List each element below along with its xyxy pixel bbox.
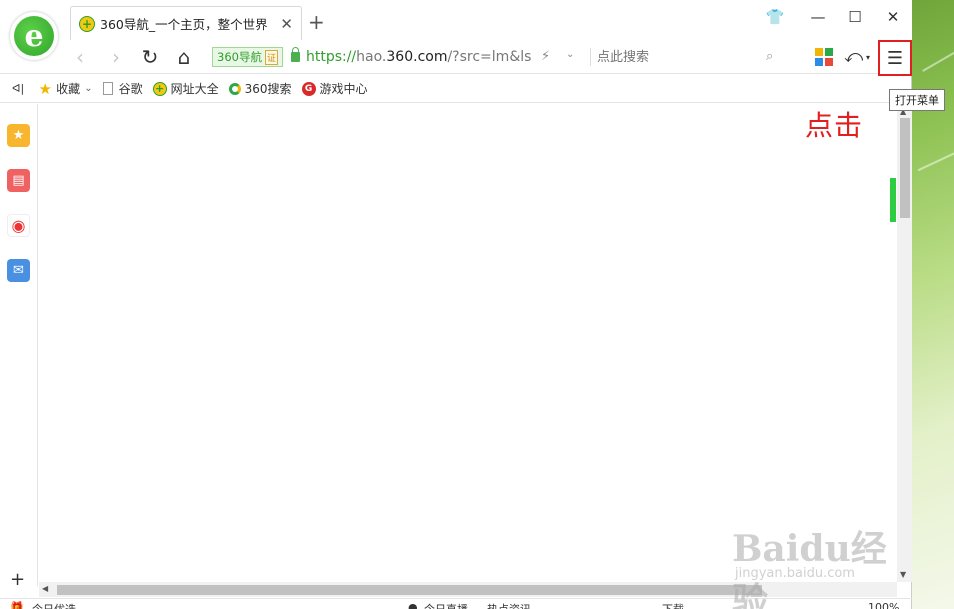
bookmark-item-favorites[interactable]: ★ 收藏 ⌄ — [38, 79, 92, 98]
divider — [590, 48, 591, 66]
news-icon[interactable]: ▤ — [7, 169, 30, 192]
url-text[interactable]: https://hao.360.com/?src=lm&ls — [306, 49, 531, 65]
lock-icon — [290, 47, 300, 62]
collapse-sidebar-button[interactable]: ᐊ| — [12, 82, 24, 95]
bookmark-label: 谷歌 — [118, 82, 143, 96]
bookmark-item-google[interactable]: 谷歌 — [102, 80, 143, 97]
page-side-marker — [890, 178, 896, 222]
star-icon: ★ — [38, 79, 52, 98]
browser-window: + 360导航_一个主页，整个世界 ✕ + 👕 — ☐ ✕ e ‹ › ↻ ⌂ … — [0, 0, 912, 609]
360-nav-icon: + — [152, 81, 167, 96]
bookmark-item-url-directory[interactable]: + 网址大全 — [152, 80, 219, 97]
address-bar[interactable]: 360导航 证 https://hao.360.com/?src=lm&ls — [208, 44, 583, 70]
chevron-down-icon[interactable]: ⌄ — [84, 83, 92, 94]
undo-dropdown-icon[interactable]: ▾ — [866, 53, 870, 62]
minimize-button[interactable]: — — [808, 8, 828, 28]
speed-mode-icon[interactable]: ⚡ — [541, 49, 550, 64]
click-annotation: 点击 — [805, 109, 864, 142]
left-sidebar: ★ ▤ ◉ ✉ + — [0, 104, 38, 590]
360-nav-favicon-icon: + — [79, 15, 95, 32]
site-identity-badge[interactable]: 360导航 证 — [212, 47, 283, 67]
tab-360-nav[interactable]: + 360导航_一个主页，整个世界 ✕ — [70, 6, 302, 40]
back-button[interactable]: ‹ — [68, 45, 92, 69]
vertical-scroll-thumb[interactable] — [900, 118, 910, 218]
certificate-icon: 证 — [264, 49, 278, 65]
bookmark-label: 游戏中心 — [319, 82, 368, 96]
page-content — [39, 104, 897, 582]
favorites-star-icon[interactable]: ★ — [7, 124, 30, 147]
bookmark-label: 360搜索 — [244, 82, 292, 96]
weibo-icon[interactable]: ◉ — [7, 214, 30, 237]
bookmark-label: 收藏 — [56, 82, 81, 96]
reload-button[interactable]: ↻ — [138, 45, 162, 69]
baidu-watermark: Baidu经验 — [732, 528, 887, 609]
bookmark-item-360-search[interactable]: 360搜索 — [228, 80, 292, 97]
title-bar: + 360导航_一个主页，整个世界 ✕ + 👕 — ☐ ✕ — [0, 0, 912, 40]
search-icon[interactable]: ⌕ — [766, 49, 773, 64]
status-news[interactable]: 热点资讯 — [487, 601, 531, 609]
baidu-watermark-url: jingyan.baidu.com — [735, 566, 855, 581]
360-search-icon — [228, 82, 241, 95]
main-menu-button[interactable]: ☰ — [878, 40, 912, 76]
undo-close-tab-icon[interactable]: ⤺ — [844, 46, 863, 67]
menu-tooltip: 打开菜单 — [889, 89, 945, 111]
leaf-vein — [917, 150, 954, 172]
apps-grid-icon[interactable] — [815, 48, 833, 66]
leaf-vein — [922, 50, 954, 72]
bookmark-label: 网址大全 — [170, 82, 219, 96]
tab-close-icon[interactable]: ✕ — [280, 15, 293, 33]
bookmark-item-game-center[interactable]: G 游戏中心 — [301, 80, 368, 97]
hamburger-menu-icon: ☰ — [886, 47, 904, 69]
add-sidebar-item-button[interactable]: + — [10, 569, 25, 590]
home-button[interactable]: ⌂ — [172, 45, 196, 69]
search-input[interactable] — [597, 45, 787, 69]
url-host-prefix: hao. — [356, 49, 387, 65]
page-icon — [102, 82, 113, 95]
scroll-left-icon[interactable]: ◀ — [42, 584, 48, 593]
close-window-button[interactable]: ✕ — [883, 8, 903, 28]
status-download[interactable]: 下载 — [662, 601, 684, 609]
url-path: /?src=lm&ls — [447, 49, 532, 65]
maximize-button[interactable]: ☐ — [845, 8, 865, 28]
navigation-bar: ‹ › ↻ ⌂ 360导航 证 https://hao.360.com/?src… — [0, 40, 912, 76]
site-badge-label: 360导航 — [217, 50, 262, 64]
horizontal-scroll-thumb[interactable] — [57, 585, 762, 595]
status-live-icon[interactable]: ● — [408, 601, 418, 609]
bookmarks-bar: ᐊ| ★ 收藏 ⌄ 谷歌 + 网址大全 360搜索 G 游戏中心 — [0, 75, 912, 103]
url-host: 360.com — [386, 49, 448, 65]
url-scheme: https:// — [305, 49, 357, 65]
vertical-scrollbar[interactable]: ▲ ▼ — [897, 104, 912, 582]
new-tab-button[interactable]: + — [308, 10, 325, 34]
chevron-down-icon[interactable]: ⌄ — [566, 49, 574, 60]
mail-icon[interactable]: ✉ — [7, 259, 30, 282]
browser-logo-e-icon: e — [14, 16, 54, 56]
360-browser-logo[interactable]: e — [10, 12, 58, 60]
forward-button[interactable]: › — [104, 45, 128, 69]
skin-icon[interactable]: 👕 — [765, 8, 785, 28]
status-daily-picks[interactable]: 今日优选 — [32, 601, 76, 609]
status-live[interactable]: 今日直播 — [424, 601, 468, 609]
status-gift-icon[interactable]: 🎁 — [10, 601, 24, 609]
tab-title: 360导航_一个主页，整个世界 — [100, 17, 268, 32]
game-center-icon: G — [301, 81, 316, 96]
